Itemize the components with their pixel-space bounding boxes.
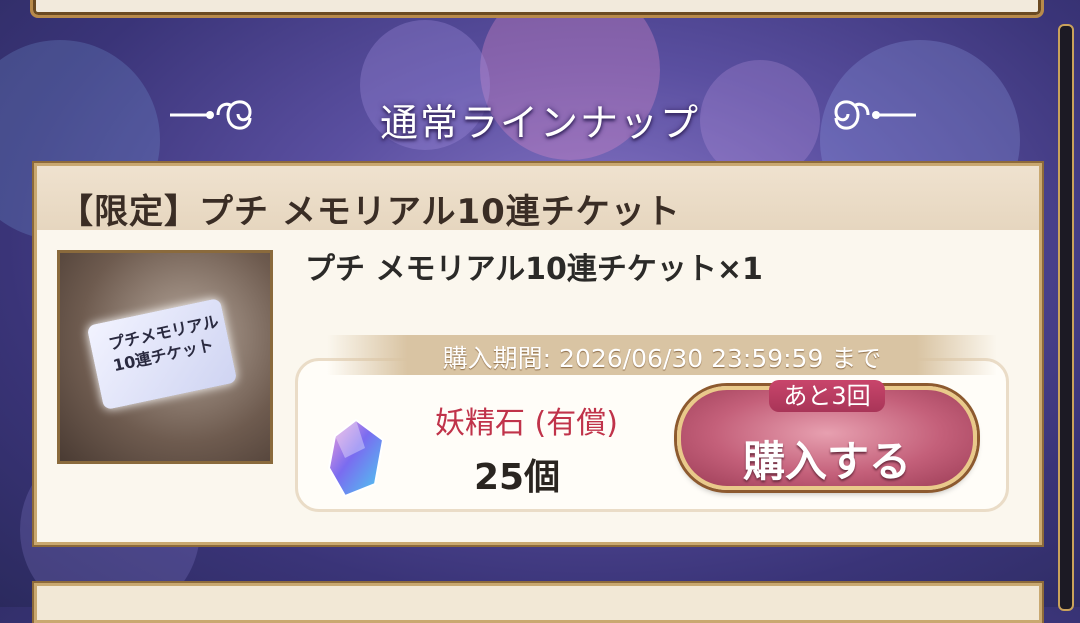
purchase-period: 購入期間: 2026/06/30 23:59:59 まで <box>442 344 882 373</box>
top-panel <box>30 0 1044 18</box>
gem-icon <box>327 418 385 498</box>
buy-button-label: 購入する <box>742 437 911 486</box>
purchase-period-banner: 購入期間: 2026/06/30 23:59:59 まで <box>327 335 997 375</box>
product-thumbnail: プチメモリアル 10連チケット <box>57 250 273 464</box>
price-amount: 25個 <box>474 457 561 498</box>
buy-button[interactable]: あと3回 購入する <box>677 380 977 490</box>
product-title: 【限定】プチ メモリアル10連チケット <box>59 192 681 232</box>
product-card: 【限定】プチ メモリアル10連チケット プチメモリアル 10連チケット プチ メ… <box>34 163 1042 545</box>
remaining-count: あと3回 <box>769 380 885 412</box>
card-header: 【限定】プチ メモリアル10連チケット <box>37 166 1039 232</box>
next-product-card <box>34 583 1042 623</box>
ornament-right-icon <box>834 100 916 130</box>
section-title: 通常ラインナップ <box>379 101 700 145</box>
currency-name: 妖精石 (有償) <box>435 406 618 441</box>
ticket-icon: プチメモリアル 10連チケット <box>86 297 238 411</box>
item-name: プチ メモリアル10連チケット×1 <box>305 252 763 287</box>
